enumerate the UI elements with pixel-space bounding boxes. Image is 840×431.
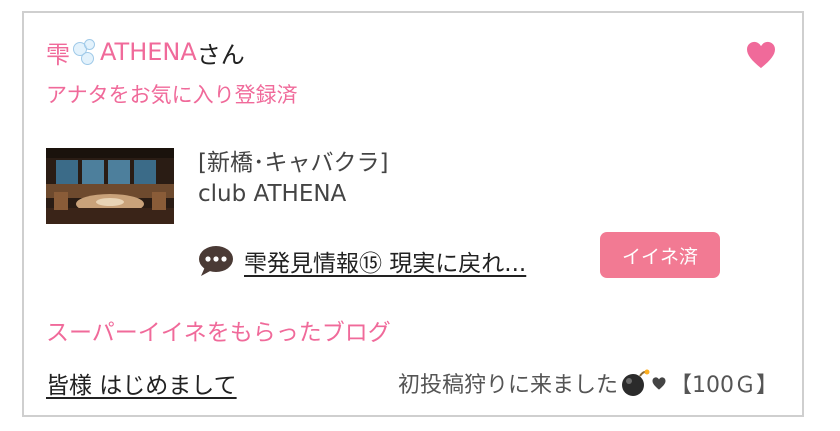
club-interior-photo <box>46 148 174 224</box>
comment-points: 【100Ｇ】 <box>670 373 778 398</box>
super-like-post-link[interactable]: 皆様 はじめまして <box>46 366 237 400</box>
heart-icon[interactable] <box>746 41 776 69</box>
super-like-comment: 初投稿狩りに来ました 【100Ｇ】 <box>398 367 778 399</box>
user-name-suffix: さん <box>196 40 245 69</box>
user-name-prefix: 雫 <box>46 40 70 69</box>
super-like-post: 皆様 はじめまして 初投稿狩りに来ました 【100Ｇ】 <box>46 365 778 401</box>
small-heart-icon <box>652 376 666 390</box>
blog-title-link[interactable]: 雫発見情報⑮ 現実に戻れ... <box>244 244 526 278</box>
super-like-section-title: スーパーイイネをもらったブログ <box>46 320 391 346</box>
speech-bubble-icon <box>199 246 233 276</box>
favorite-card: 雫 ATHENA さん アナタをお気に入り登録済 [新橋･キャバクラ] club… <box>22 11 804 417</box>
soap-bubbles-icon <box>72 39 98 65</box>
shop-thumbnail[interactable] <box>46 148 174 224</box>
user-name-main: ATHENA <box>100 38 197 66</box>
favorite-status: アナタをお気に入り登録済 <box>46 83 298 107</box>
shop-category: [新橋･キャバクラ] <box>198 150 389 176</box>
blog-entry: 雫発見情報⑮ 現実に戻れ... <box>198 241 526 281</box>
bomb-icon <box>622 369 650 396</box>
user-name[interactable]: 雫 ATHENA さん <box>46 35 245 69</box>
comment-text: 初投稿狩りに来ました <box>397 373 618 398</box>
shop-name[interactable]: club ATHENA <box>198 181 346 207</box>
iine-done-button[interactable]: イイネ済 <box>600 232 720 278</box>
